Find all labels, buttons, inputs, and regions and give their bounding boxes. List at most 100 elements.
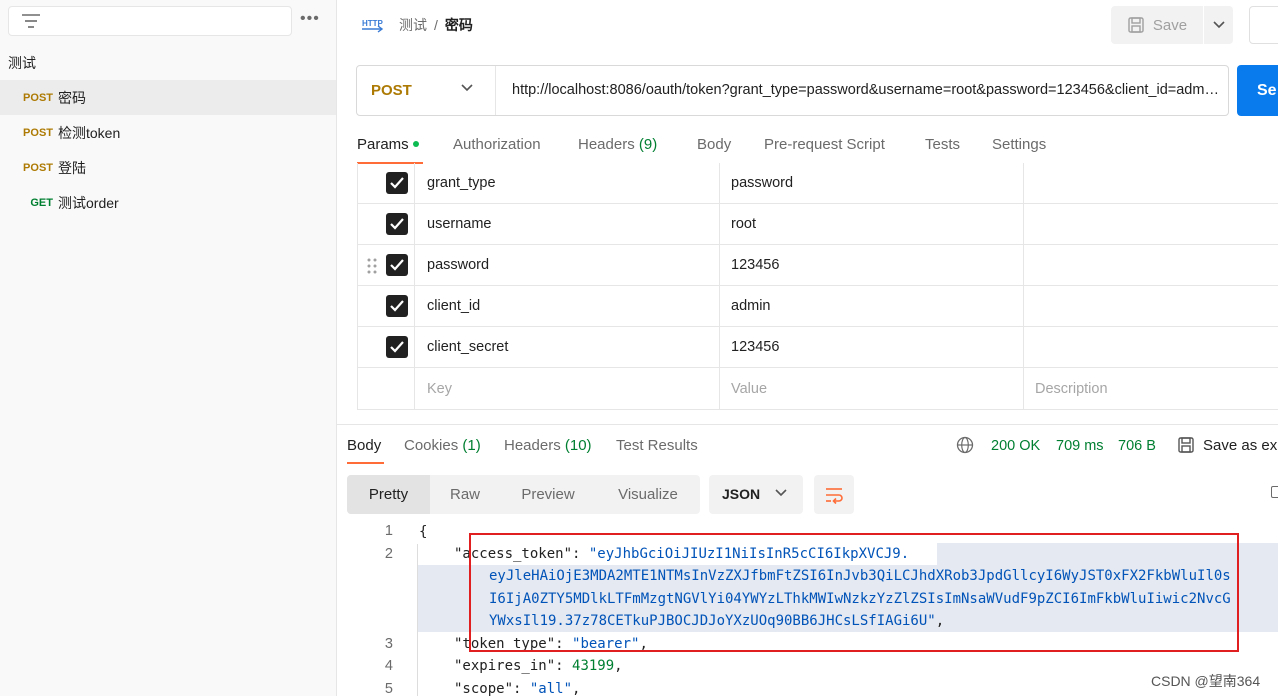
method-select[interactable]: POST [357,66,496,115]
param-checkbox[interactable] [386,172,408,194]
pane-divider[interactable] [337,424,1278,425]
new-param-value-input[interactable]: Value [731,368,767,409]
param-key[interactable]: client_id [427,286,480,326]
tab-label: Cookies [404,437,459,454]
response-time[interactable]: 709 ms [1056,435,1104,457]
view-visualize[interactable]: Visualize [596,475,700,514]
save-button[interactable]: Save [1111,6,1203,44]
tab-count: (10) [564,437,592,454]
copy-icon[interactable] [1271,486,1278,498]
brace: { [419,524,428,540]
wrap-lines-button[interactable] [814,475,854,514]
format-value: JSON [722,486,761,502]
param-key[interactable]: password [427,245,489,285]
param-row: client_secret 123456 [358,327,1278,368]
watermark: CSDN @望南364 [1151,673,1261,689]
save-label: Save [1152,16,1188,34]
method-badge: GET [30,196,53,209]
view-raw[interactable]: Raw [430,475,500,514]
collection-name[interactable]: 测试 [8,52,36,74]
param-value[interactable]: admin [731,286,771,326]
active-tab-underline [347,462,384,464]
param-checkbox[interactable] [386,213,408,235]
new-param-description-input[interactable]: Description [1035,368,1108,409]
drag-handle-icon[interactable] [367,257,377,275]
filter-icon[interactable] [18,12,44,30]
sidebar-request-item[interactable]: GET 测试order [0,185,336,220]
save-dropdown-button[interactable] [1204,6,1233,44]
param-value[interactable]: 123456 [731,327,779,367]
check-icon [390,341,404,353]
json-string: "all" [529,681,573,696]
response-tab-body[interactable]: Body [347,435,381,457]
more-options-icon[interactable]: ••• [300,10,326,30]
method-badge: POST [23,161,53,174]
share-button[interactable] [1249,6,1278,44]
url-input[interactable]: http://localhost:8086/oauth/token?grant_… [512,66,1222,115]
param-key[interactable]: client_secret [427,327,508,367]
sidebar-request-item[interactable]: POST 登陆 [0,150,336,185]
status-code[interactable]: 200 OK [991,435,1040,457]
http-request-icon: HTTP [362,19,384,33]
request-label: 测试order [58,194,119,211]
annotation-box [469,533,1239,652]
param-value[interactable]: root [731,204,756,244]
breadcrumb-request-name[interactable]: 密码 [445,17,473,33]
sidebar-search-input[interactable] [8,6,292,36]
breadcrumb-separator: / [434,17,438,33]
tab-label: Test Results [616,437,698,454]
send-button[interactable]: Se [1237,65,1278,116]
response-tab-test-results[interactable]: Test Results [616,435,698,457]
sidebar-request-item[interactable]: POST 密码 [0,80,336,115]
chevron-down-icon [461,84,473,92]
sidebar-request-item[interactable]: POST 检测token [0,115,336,150]
tab-settings[interactable]: Settings [992,134,1046,156]
comma: , [572,681,581,696]
line-number: 4 [384,658,393,674]
tab-headers[interactable]: Headers (9) [578,134,657,156]
response-size[interactable]: 706 B [1118,435,1156,457]
param-checkbox[interactable] [386,295,408,317]
tab-count: (9) [638,136,658,153]
save-icon [1128,17,1144,33]
param-value[interactable]: password [731,163,793,203]
view-pretty[interactable]: Pretty [347,475,430,514]
param-value[interactable]: 123456 [731,245,779,285]
param-key[interactable]: grant_type [427,163,496,203]
tab-label: Settings [992,136,1047,153]
tab-label: Headers [504,437,561,454]
format-select[interactable]: JSON [709,475,803,514]
param-key[interactable]: username [427,204,491,244]
method-badge: POST [23,91,53,104]
tab-params[interactable]: Params [357,134,419,156]
tab-authorization[interactable]: Authorization [453,134,541,156]
save-as-example-button[interactable]: Save as ex [1203,435,1277,457]
response-tab-headers[interactable]: Headers (10) [504,435,592,457]
line-number: 5 [384,681,393,696]
line-number: 1 [384,523,393,539]
tab-body[interactable]: Body [697,134,731,156]
active-indicator-dot [412,141,419,147]
code-line: { [419,524,427,540]
check-icon [390,218,404,230]
view-preview[interactable]: Preview [500,475,596,514]
json-number: 43199 [572,658,615,674]
method-value: POST [371,82,412,99]
tab-pre-request-script[interactable]: Pre-request Script [764,134,885,156]
param-checkbox[interactable] [386,336,408,358]
json-key: "expires_in" [454,658,556,674]
tab-label: Params [357,136,409,153]
globe-icon[interactable] [956,436,974,454]
colon: : [513,681,530,696]
check-icon [390,177,404,189]
save-icon [1178,437,1194,453]
tab-label: Headers [578,136,635,153]
param-checkbox[interactable] [386,254,408,276]
check-icon [390,259,404,271]
response-tab-cookies[interactable]: Cookies (1) [404,435,481,457]
wrap-lines-icon [826,488,843,505]
param-row: client_id admin [358,286,1278,327]
new-param-key-input[interactable]: Key [427,368,452,409]
breadcrumb-collection[interactable]: 测试 [399,17,427,33]
tab-tests[interactable]: Tests [925,134,960,156]
